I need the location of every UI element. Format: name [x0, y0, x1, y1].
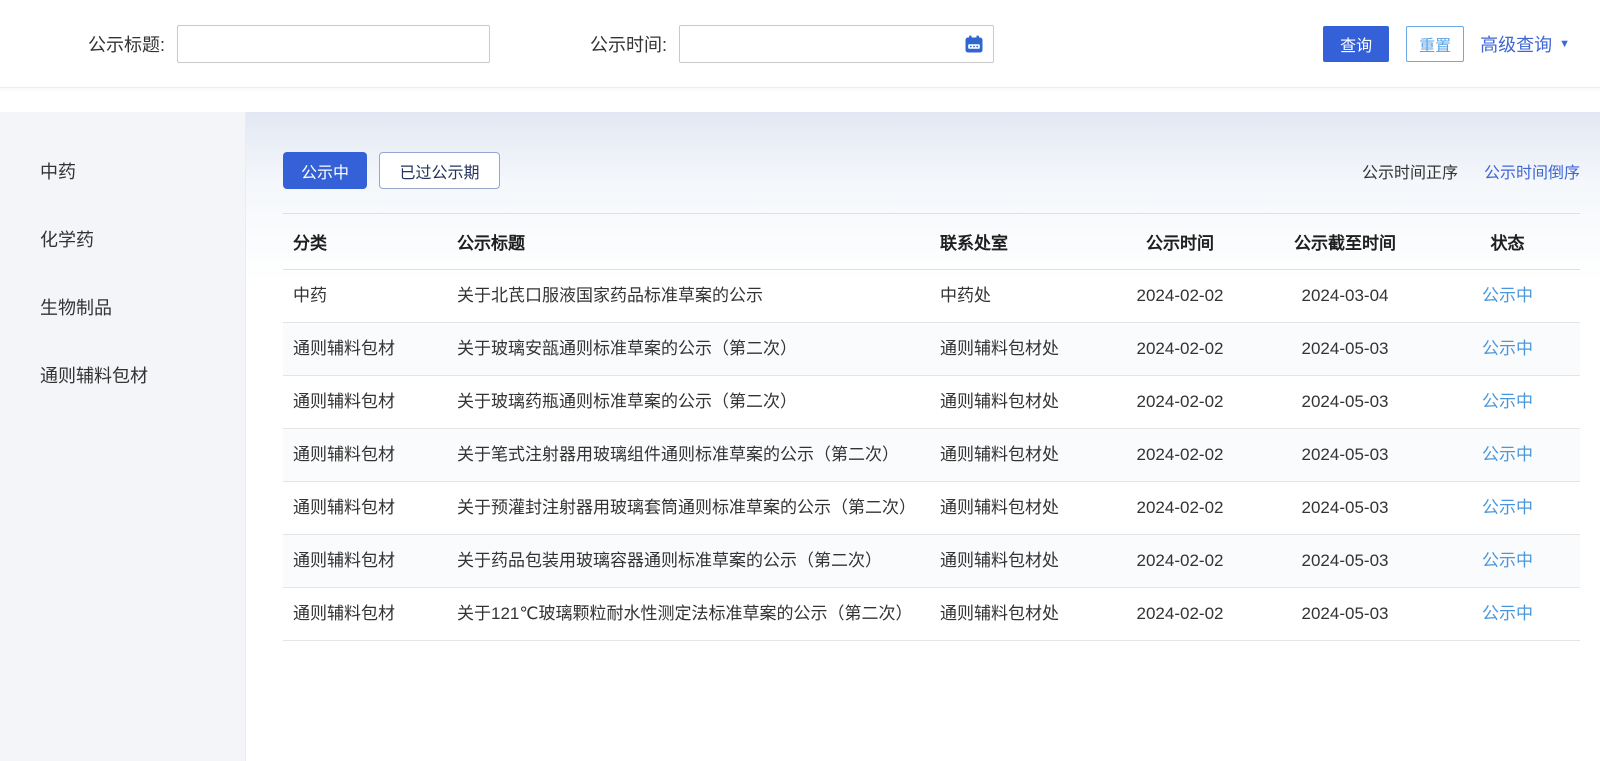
status-link[interactable]: 公示中	[1482, 339, 1533, 358]
cell-category: 通则辅料包材	[283, 323, 447, 376]
header-status: 状态	[1435, 214, 1580, 270]
cell-category: 中药	[283, 270, 447, 323]
status-link[interactable]: 公示中	[1482, 498, 1533, 517]
cell-category: 通则辅料包材	[283, 482, 447, 535]
reset-button[interactable]: 重置	[1406, 26, 1464, 62]
advanced-query-label: 高级查询	[1480, 31, 1552, 57]
sidebar-item-tongzefuliaobaocai[interactable]: 通则辅料包材	[0, 341, 245, 409]
cell-notice-title[interactable]: 关于121℃玻璃颗粒耐水性测定法标准草案的公示（第二次）	[447, 588, 930, 641]
tab-expired-notice[interactable]: 已过公示期	[379, 152, 500, 189]
sort-time-ascending-link[interactable]: 公示时间正序	[1362, 159, 1458, 183]
cell-publish-date: 2024-02-02	[1105, 535, 1255, 588]
table-row: 中药 关于北芪口服液国家药品标准草案的公示 中药处 2024-02-02 202…	[283, 270, 1580, 323]
cell-deadline: 2024-05-03	[1255, 323, 1435, 376]
header-title: 公示标题	[447, 214, 930, 270]
main-panel: 中药 化学药 生物制品 通则辅料包材 公示中 已过公示期 公示时间正序 公示时间…	[0, 112, 1600, 761]
table-row: 通则辅料包材 关于玻璃药瓶通则标准草案的公示（第二次） 通则辅料包材处 2024…	[283, 376, 1580, 429]
status-link[interactable]: 公示中	[1482, 551, 1533, 570]
cell-status: 公示中	[1435, 270, 1580, 323]
cell-notice-title[interactable]: 关于药品包装用玻璃容器通则标准草案的公示（第二次）	[447, 535, 930, 588]
table-row: 通则辅料包材 关于预灌封注射器用玻璃套筒通则标准草案的公示（第二次） 通则辅料包…	[283, 482, 1580, 535]
cell-status: 公示中	[1435, 429, 1580, 482]
status-link[interactable]: 公示中	[1482, 392, 1533, 411]
status-link[interactable]: 公示中	[1482, 445, 1533, 464]
header-category: 分类	[283, 214, 447, 270]
cell-notice-title[interactable]: 关于玻璃安瓿通则标准草案的公示（第二次）	[447, 323, 930, 376]
cell-deadline: 2024-05-03	[1255, 429, 1435, 482]
status-link[interactable]: 公示中	[1482, 286, 1533, 305]
cell-category: 通则辅料包材	[283, 429, 447, 482]
table-body: 中药 关于北芪口服液国家药品标准草案的公示 中药处 2024-02-02 202…	[283, 270, 1580, 641]
sidebar-item-shengwuzhipin[interactable]: 生物制品	[0, 273, 245, 341]
cell-status: 公示中	[1435, 588, 1580, 641]
cell-deadline: 2024-05-03	[1255, 588, 1435, 641]
cell-office: 通则辅料包材处	[930, 482, 1105, 535]
notice-time-label: 公示时间:	[590, 31, 667, 57]
notice-title-input[interactable]	[177, 25, 490, 63]
table-row: 通则辅料包材 关于药品包装用玻璃容器通则标准草案的公示（第二次） 通则辅料包材处…	[283, 535, 1580, 588]
cell-category: 通则辅料包材	[283, 376, 447, 429]
cell-category: 通则辅料包材	[283, 588, 447, 641]
cell-status: 公示中	[1435, 323, 1580, 376]
cell-publish-date: 2024-02-02	[1105, 482, 1255, 535]
cell-publish-date: 2024-02-02	[1105, 323, 1255, 376]
sidebar-item-zhongyao[interactable]: 中药	[0, 137, 245, 205]
cell-office: 通则辅料包材处	[930, 323, 1105, 376]
content-area: 公示中 已过公示期 公示时间正序 公示时间倒序 分类 公示标题 联系处室 公示时…	[246, 112, 1600, 761]
query-button[interactable]: 查询	[1323, 26, 1389, 62]
cell-office: 通则辅料包材处	[930, 535, 1105, 588]
status-link[interactable]: 公示中	[1482, 604, 1533, 623]
cell-publish-date: 2024-02-02	[1105, 270, 1255, 323]
cell-status: 公示中	[1435, 482, 1580, 535]
calendar-icon[interactable]	[964, 34, 984, 54]
cell-notice-title[interactable]: 关于笔式注射器用玻璃组件通则标准草案的公示（第二次）	[447, 429, 930, 482]
sidebar-item-huaxueyao[interactable]: 化学药	[0, 205, 245, 273]
table-row: 通则辅料包材 关于笔式注射器用玻璃组件通则标准草案的公示（第二次） 通则辅料包材…	[283, 429, 1580, 482]
table-header-row: 分类 公示标题 联系处室 公示时间 公示截至时间 状态	[283, 214, 1580, 270]
cell-office: 通则辅料包材处	[930, 376, 1105, 429]
cell-deadline: 2024-05-03	[1255, 376, 1435, 429]
notice-table: 分类 公示标题 联系处室 公示时间 公示截至时间 状态 中药 关于北芪口服液国家…	[283, 213, 1580, 641]
cell-notice-title[interactable]: 关于北芪口服液国家药品标准草案的公示	[447, 270, 930, 323]
chevron-down-icon: ▼	[1559, 38, 1570, 50]
tab-in-notice[interactable]: 公示中	[283, 152, 367, 189]
header-deadline: 公示截至时间	[1255, 214, 1435, 270]
cell-notice-title[interactable]: 关于玻璃药瓶通则标准草案的公示（第二次）	[447, 376, 930, 429]
cell-deadline: 2024-03-04	[1255, 270, 1435, 323]
cell-office: 中药处	[930, 270, 1105, 323]
table-row: 通则辅料包材 关于玻璃安瓿通则标准草案的公示（第二次） 通则辅料包材处 2024…	[283, 323, 1580, 376]
cell-office: 通则辅料包材处	[930, 588, 1105, 641]
category-sidebar: 中药 化学药 生物制品 通则辅料包材	[0, 112, 246, 761]
cell-notice-title[interactable]: 关于预灌封注射器用玻璃套筒通则标准草案的公示（第二次）	[447, 482, 930, 535]
header-office: 联系处室	[930, 214, 1105, 270]
status-toolbar: 公示中 已过公示期 公示时间正序 公示时间倒序	[283, 152, 1580, 189]
cell-office: 通则辅料包材处	[930, 429, 1105, 482]
cell-deadline: 2024-05-03	[1255, 535, 1435, 588]
cell-deadline: 2024-05-03	[1255, 482, 1435, 535]
notice-title-label: 公示标题:	[88, 31, 165, 57]
cell-publish-date: 2024-02-02	[1105, 376, 1255, 429]
cell-status: 公示中	[1435, 535, 1580, 588]
cell-category: 通则辅料包材	[283, 535, 447, 588]
search-bar: 公示标题: 公示时间: 查询 重置 高级查询 ▼	[0, 0, 1600, 88]
cell-publish-date: 2024-02-02	[1105, 429, 1255, 482]
table-row: 通则辅料包材 关于121℃玻璃颗粒耐水性测定法标准草案的公示（第二次） 通则辅料…	[283, 588, 1580, 641]
cell-status: 公示中	[1435, 376, 1580, 429]
sort-time-descending-link[interactable]: 公示时间倒序	[1484, 159, 1580, 183]
header-publish-date: 公示时间	[1105, 214, 1255, 270]
cell-publish-date: 2024-02-02	[1105, 588, 1255, 641]
advanced-query-link[interactable]: 高级查询 ▼	[1480, 31, 1570, 57]
notice-time-input[interactable]	[679, 25, 994, 63]
